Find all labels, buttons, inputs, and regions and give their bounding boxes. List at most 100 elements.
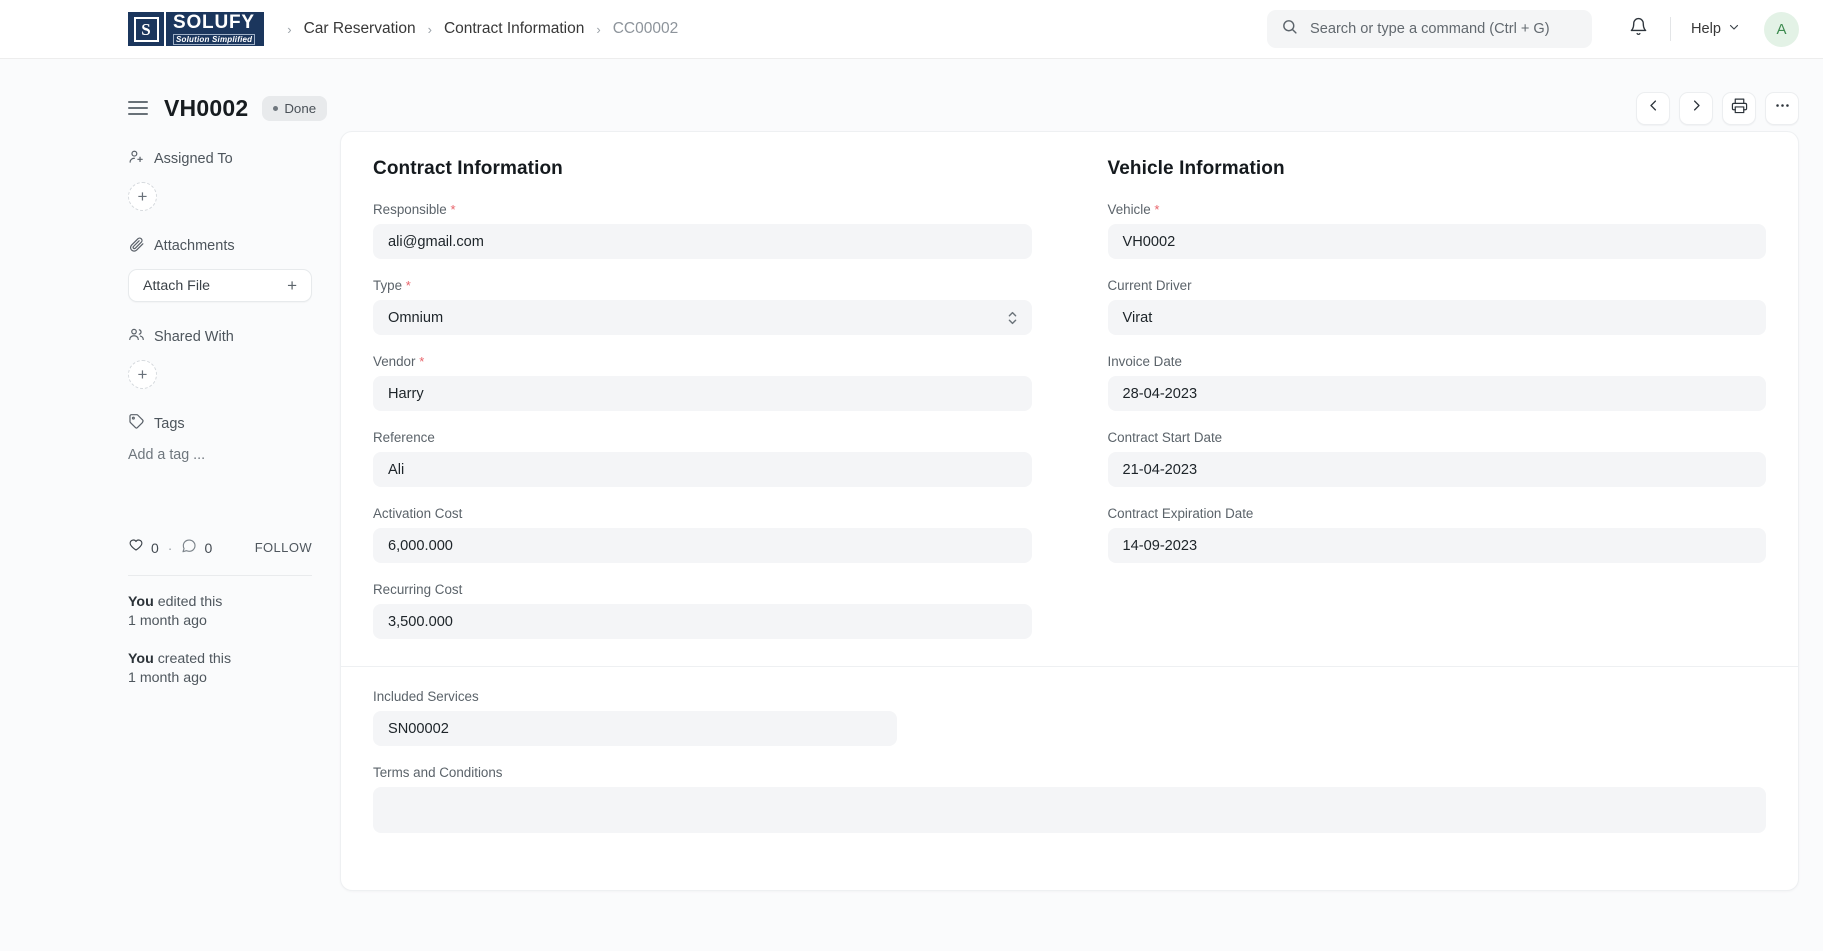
chevron-right-icon [1689, 98, 1704, 118]
add-assignee-button[interactable]: + [128, 182, 157, 211]
like-group[interactable]: 0 [128, 538, 159, 557]
label-reference: Reference [373, 430, 435, 445]
activity-item-edited: You edited this 1 month ago [128, 593, 312, 632]
field-terms-and-conditions: Terms and Conditions [373, 765, 1766, 833]
prev-button[interactable] [1636, 91, 1670, 125]
breadcrumb-item-contract-information[interactable]: Contract Information [444, 20, 584, 38]
breadcrumb-item-current: CC00002 [612, 20, 679, 37]
search-input[interactable]: Search or type a command (Ctrl + G) [1266, 10, 1592, 48]
contract-information-section: Contract Information Responsible * ali@g… [373, 158, 1070, 658]
attach-file-label: Attach File [143, 277, 211, 294]
label-current-driver: Current Driver [1107, 278, 1192, 293]
sidebar: Assigned To + Attachments Attach File + [128, 131, 340, 891]
form-card: Contract Information Responsible * ali@g… [340, 131, 1799, 891]
type-value: Omnium [388, 309, 444, 326]
app-logo[interactable]: S SOLUFY Solution Simplified [128, 11, 265, 46]
search-placeholder: Search or type a command (Ctrl + G) [1309, 21, 1550, 37]
label-contract-expiration-date: Contract Expiration Date [1107, 506, 1254, 521]
label-invoice-date: Invoice Date [1107, 354, 1182, 369]
more-button[interactable] [1765, 91, 1799, 125]
sidebar-section-tags: Tags [128, 413, 312, 434]
field-current-driver: Current Driver Virat [1107, 278, 1766, 335]
users-icon [128, 326, 145, 347]
field-responsible: Responsible * ali@gmail.com [373, 202, 1032, 259]
plus-icon: + [287, 275, 297, 295]
activation-cost-field[interactable]: 6,000.000 [373, 528, 1032, 563]
responsible-field[interactable]: ali@gmail.com [373, 224, 1032, 259]
navbar-divider [1669, 17, 1671, 41]
bell-icon [1629, 17, 1648, 41]
print-button[interactable] [1722, 91, 1756, 125]
document-header: VH0002 Done [0, 59, 1823, 131]
logo-mark: S [128, 12, 164, 46]
hamburger-icon[interactable] [128, 101, 148, 115]
breadcrumb-separator: › [596, 21, 601, 37]
contract-start-date-field[interactable]: 21-04-2023 [1107, 452, 1766, 487]
follow-button[interactable]: FOLLOW [255, 540, 312, 555]
form-columns: Contract Information Responsible * ali@g… [373, 158, 1766, 658]
page-body: VH0002 Done Assigned To + Attachments At… [0, 59, 1823, 951]
attach-file-button[interactable]: Attach File + [128, 269, 312, 302]
avatar[interactable]: A [1764, 11, 1799, 47]
terms-and-conditions-field[interactable] [373, 787, 1766, 833]
reference-field[interactable]: Ali [373, 452, 1032, 487]
required-asterisk: * [1154, 202, 1160, 217]
section-heading-contract-information: Contract Information [373, 158, 563, 179]
next-button[interactable] [1679, 91, 1713, 125]
label-vendor: Vendor * [373, 354, 425, 369]
plus-icon: + [137, 187, 148, 206]
type-field[interactable]: Omnium [373, 300, 1032, 335]
label-recurring-cost: Recurring Cost [373, 582, 463, 597]
included-services-field[interactable]: SN00002 [373, 711, 897, 746]
field-contract-expiration-date: Contract Expiration Date 14-09-2023 [1107, 506, 1766, 563]
logo-tagline: Solution Simplified [173, 33, 256, 46]
field-activation-cost: Activation Cost 6,000.000 [373, 506, 1032, 563]
label-activation-cost: Activation Cost [373, 506, 463, 521]
recurring-cost-field[interactable]: 3,500.000 [373, 604, 1032, 639]
add-tag-input[interactable]: Add a tag ... [128, 447, 312, 463]
breadcrumb-item-car-reservation[interactable]: Car Reservation [304, 20, 416, 38]
comment-icon [181, 538, 197, 557]
vendor-field[interactable]: Harry [373, 376, 1032, 411]
add-shared-user-button[interactable]: + [128, 360, 157, 389]
label-contract-start-date: Contract Start Date [1107, 430, 1223, 445]
vehicle-information-section: Vehicle Information Vehicle * VH0002 Cur… [1070, 158, 1766, 658]
paperclip-icon [128, 235, 145, 256]
sidebar-section-assigned-to: Assigned To [128, 148, 312, 169]
activity-time: 1 month ago [128, 613, 207, 630]
sidebar-section-attachments: Attachments [128, 235, 312, 256]
label-vehicle: Vehicle * [1107, 202, 1160, 217]
breadcrumb-separator: › [427, 21, 432, 37]
label-responsible: Responsible * [373, 202, 456, 217]
field-included-services: Included Services SN00002 [373, 689, 1766, 746]
invoice-date-field[interactable]: 28-04-2023 [1107, 376, 1766, 411]
social-separator: · [167, 539, 173, 556]
navbar-right: Search or type a command (Ctrl + G) Help… [1266, 10, 1799, 48]
field-vehicle: Vehicle * VH0002 [1107, 202, 1766, 259]
activity-actor: You [128, 650, 154, 667]
sidebar-section-shared-with: Shared With [128, 326, 312, 347]
help-label: Help [1690, 21, 1721, 37]
required-asterisk: * [419, 354, 425, 369]
sidebar-label-tags: Tags [154, 415, 185, 432]
label-type: Type * [373, 278, 411, 293]
notifications-button[interactable] [1622, 12, 1656, 46]
vehicle-field[interactable]: VH0002 [1107, 224, 1766, 259]
avatar-initial: A [1776, 20, 1787, 38]
like-count: 0 [151, 539, 159, 556]
status-badge[interactable]: Done [262, 95, 328, 121]
sidebar-label-attachments: Attachments [154, 237, 235, 254]
help-menu[interactable]: Help [1685, 17, 1746, 41]
logo-brand: SOLUFY [173, 11, 255, 33]
select-arrows-icon [1007, 310, 1018, 326]
comment-group[interactable]: 0 [181, 538, 212, 557]
chevron-left-icon [1646, 98, 1661, 118]
contract-expiration-date-field[interactable]: 14-09-2023 [1107, 528, 1766, 563]
field-invoice-date: Invoice Date 28-04-2023 [1107, 354, 1766, 411]
activity-action: created this [153, 650, 232, 667]
current-driver-field[interactable]: Virat [1107, 300, 1766, 335]
plus-icon: + [137, 365, 148, 384]
page-title: VH0002 [164, 94, 249, 121]
sidebar-divider [128, 575, 312, 576]
activity-actor: You [128, 594, 154, 610]
